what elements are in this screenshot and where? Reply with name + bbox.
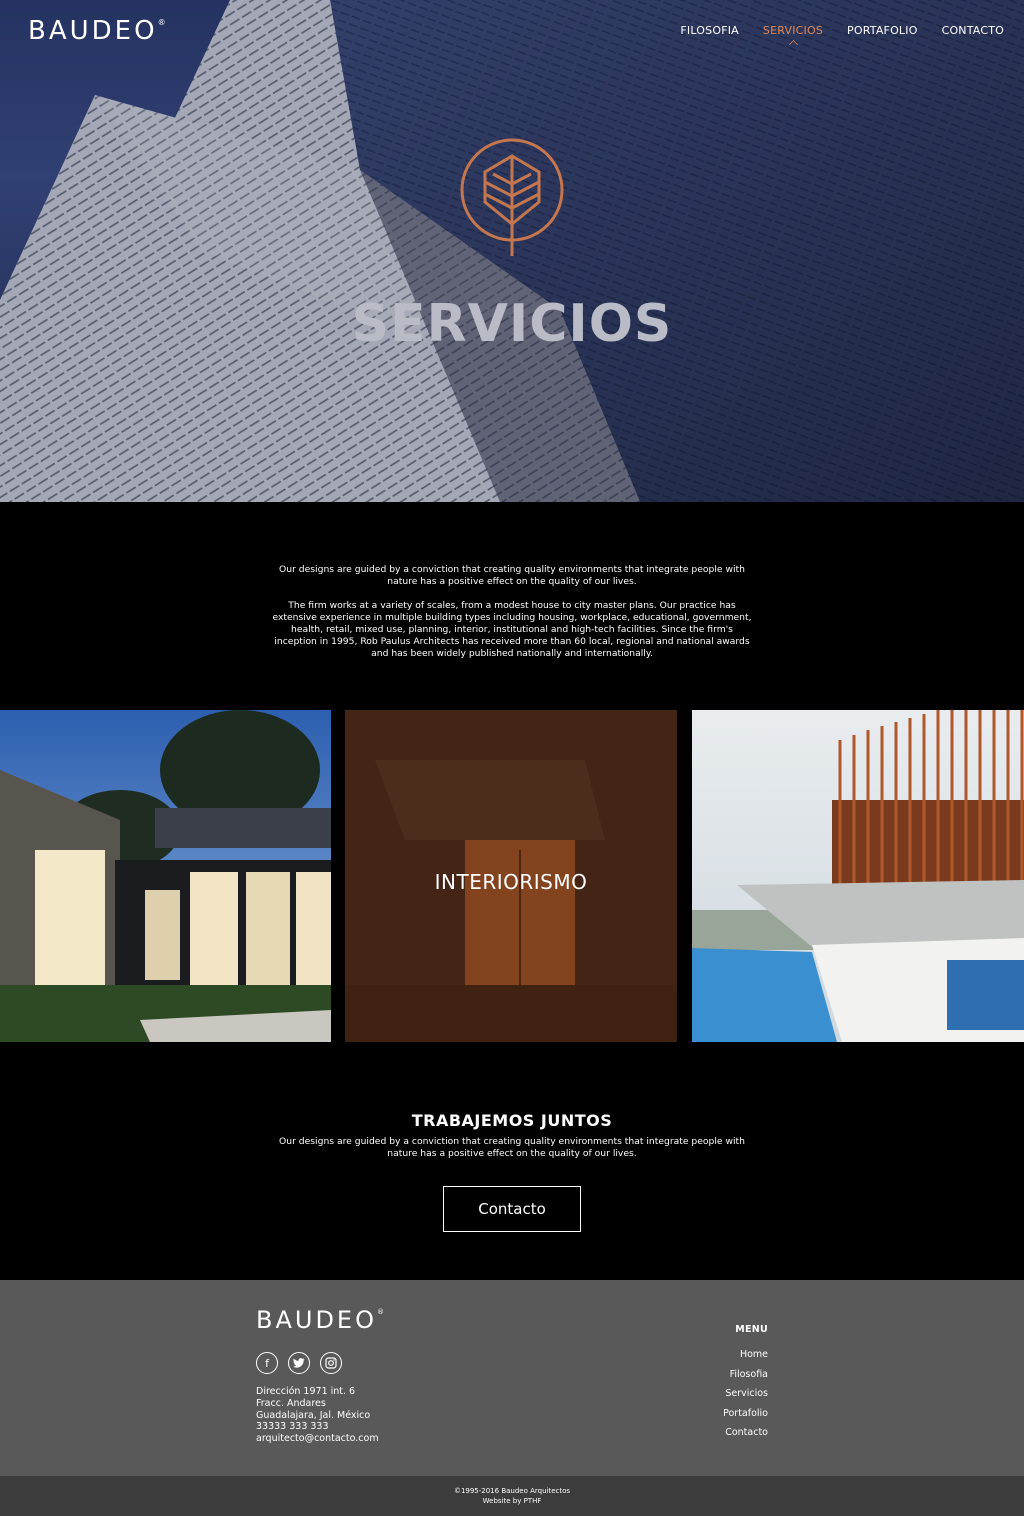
main-nav: FILOSOFIA SERVICIOS PORTAFOLIO CONTACTO <box>680 24 1004 37</box>
cta-title: TRABAJEMOS JUNTOS <box>411 1111 613 1130</box>
intro-text: Our designs are guided by a conviction t… <box>270 564 754 660</box>
villa-pool-image <box>692 710 1024 1042</box>
tile-label: INTERIORISMO <box>434 870 588 894</box>
cta-text: Our designs are guided by a conviction t… <box>279 1136 745 1159</box>
leaf-emblem-icon <box>460 138 564 256</box>
twitter-icon[interactable] <box>288 1352 310 1374</box>
address-line: Fracc. Andares <box>256 1397 326 1409</box>
address-line: Dirección 1971 int. 6 <box>256 1386 356 1397</box>
instagram-icon[interactable] <box>320 1352 342 1374</box>
copyright-bar: ©1995-2016 Baudeo Arquitectos Website by… <box>0 1476 1024 1516</box>
footer-menu-title: MENU <box>735 1324 768 1335</box>
copyright-text: ©1995-2016 Baudeo Arquitectos <box>453 1487 571 1495</box>
footer-logo[interactable]: BAUDEO® <box>256 1306 384 1334</box>
nav-filosofia[interactable]: FILOSOFIA <box>680 24 739 37</box>
footer-link-portafolio[interactable]: Portafolio <box>723 1404 768 1424</box>
nav-contacto[interactable]: CONTACTO <box>942 24 1004 37</box>
service-tile-exteriors[interactable] <box>692 710 1024 1042</box>
footer: BAUDEO® f Dirección 1971 int. 6 Fracc. A… <box>0 1280 1024 1476</box>
footer-link-contacto[interactable]: Contacto <box>723 1423 768 1443</box>
phone-number: 33333 333 333 <box>256 1421 329 1433</box>
brand-logo[interactable]: BAUDEO® <box>28 16 166 46</box>
social-links: f <box>256 1352 342 1374</box>
nav-portafolio[interactable]: PORTAFOLIO <box>847 24 918 37</box>
footer-link-filosofia[interactable]: Filosofia <box>723 1365 768 1385</box>
intro-paragraph: Our designs are guided by a conviction t… <box>279 564 745 587</box>
footer-address: Dirección 1971 int. 6 Fracc. Andares Gua… <box>256 1386 379 1445</box>
service-tile-architecture[interactable] <box>0 710 331 1042</box>
nav-servicios[interactable]: SERVICIOS <box>763 24 823 37</box>
facebook-icon[interactable]: f <box>256 1352 278 1374</box>
intro-paragraph: The firm works at a variety of scales, f… <box>272 600 752 659</box>
footer-link-home[interactable]: Home <box>723 1345 768 1365</box>
credit-text: Website by PTHF <box>482 1497 542 1505</box>
footer-link-servicios[interactable]: Servicios <box>723 1384 768 1404</box>
contact-button[interactable]: Contacto <box>443 1186 581 1232</box>
page-title: SERVICIOS <box>351 294 673 354</box>
service-tile-interiorismo[interactable]: INTERIORISMO <box>345 710 677 1042</box>
hero-section: BAUDEO® FILOSOFIA SERVICIOS PORTAFOLIO C… <box>0 0 1024 502</box>
footer-menu: MENU Home Filosofia Servicios Portafolio… <box>723 1324 768 1443</box>
address-line: Guadalajara, Jal. México <box>256 1409 371 1421</box>
house-night-image <box>0 710 331 1042</box>
email-link[interactable]: arquitecto@contacto.com <box>256 1433 379 1445</box>
